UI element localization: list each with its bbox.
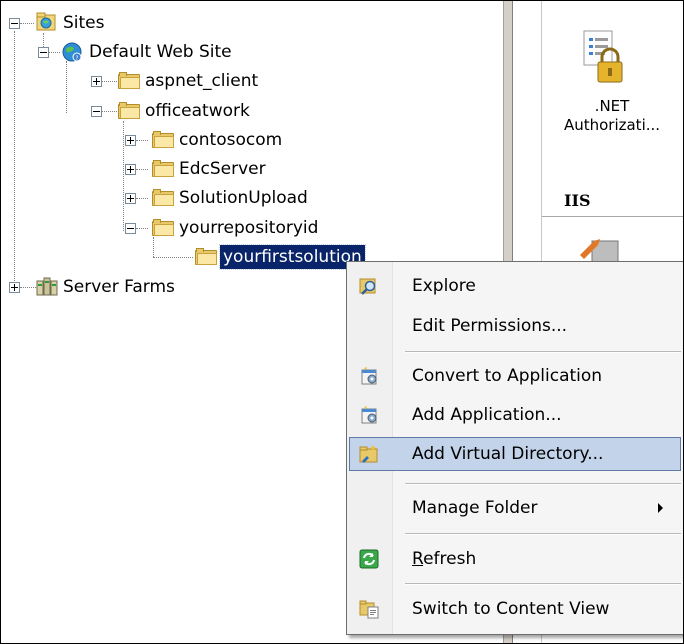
net-label-line: .NET (594, 97, 630, 115)
virtual-directory-icon (359, 444, 379, 464)
tree-node-label: Default Web Site (89, 42, 232, 62)
menu-item-add-application[interactable]: Add Application... (349, 398, 681, 432)
menu-item-label: Add Virtual Directory... (412, 444, 604, 464)
context-menu: Explore Edit Permissions... Convert to A… (346, 261, 683, 635)
menu-separator (405, 533, 681, 535)
tree-node-label: SolutionUpload (179, 188, 308, 208)
folder-icon (195, 248, 217, 265)
menu-item-label: Convert to Application (412, 366, 603, 386)
tree-connector (48, 52, 60, 53)
tree-node-label: Server Farms (63, 277, 175, 297)
folder-icon (152, 160, 174, 177)
net-label-line: Authorizati... (563, 116, 661, 134)
folder-icon (152, 189, 174, 206)
tree-node-label: yourrepositoryid (179, 218, 319, 238)
collapse-sites-toggle[interactable] (9, 18, 20, 29)
folder-icon (118, 72, 140, 89)
globe-icon: ? (61, 41, 83, 63)
tree-node-solutionupload[interactable]: SolutionUpload (176, 184, 311, 212)
tree-node-sites[interactable]: Sites (60, 9, 108, 37)
net-authorization-label[interactable]: .NET Authorizati... (542, 97, 682, 135)
tree-connector (136, 140, 148, 141)
folder-icon (152, 131, 174, 148)
tree-connector (20, 287, 36, 288)
refresh-icon (359, 549, 379, 569)
svg-text:?: ? (75, 55, 78, 62)
tree-connector (136, 228, 148, 229)
tree-node-label: contosocom (179, 130, 283, 150)
tree-connector (136, 169, 148, 170)
expand-contosocom-toggle[interactable] (125, 135, 136, 146)
tree-node-label: Sites (63, 13, 105, 33)
tree-connector (20, 23, 34, 24)
tree-connector (136, 198, 148, 199)
menu-separator (405, 351, 681, 353)
collapse-officeatwork-toggle[interactable] (91, 106, 102, 117)
iis-manager-window: Sites ? Default Web Site aspnet_client o… (0, 0, 684, 644)
tree-node-label: officeatwork (145, 101, 250, 121)
tree-node-label: EdcServer (179, 159, 266, 179)
tree-connector (123, 121, 124, 231)
folder-icon (118, 102, 140, 119)
menu-separator (405, 583, 681, 585)
menu-item-label: Manage Folder (412, 498, 538, 518)
iis-group-heading: IIS (564, 191, 591, 210)
tree-connector (153, 257, 193, 258)
application-icon (359, 405, 379, 425)
menu-item-manage-folder[interactable]: Manage Folder (349, 491, 681, 525)
menu-item-switch-to-content-view[interactable]: Switch to Content View (349, 592, 681, 626)
menu-item-label: Switch to Content View (412, 599, 610, 619)
expand-aspnet-client-toggle[interactable] (91, 76, 102, 87)
server-farm-icon (36, 276, 58, 296)
authorization-lock-icon[interactable] (582, 29, 624, 89)
tree-node-edcserver[interactable]: EdcServer (176, 155, 269, 183)
tree-node-label: yourfirstsolution (219, 244, 366, 270)
menu-separator (405, 483, 681, 485)
menu-item-convert-to-application[interactable]: Convert to Application (349, 359, 681, 393)
menu-item-label: Refresh (412, 549, 477, 569)
menu-item-edit-permissions[interactable]: Edit Permissions... (349, 309, 681, 343)
submenu-arrow-icon (658, 503, 663, 513)
menu-item-refresh[interactable]: Refresh (349, 542, 681, 576)
tree-node-default-web-site[interactable]: Default Web Site (86, 38, 235, 66)
collapse-yourrepositoryid-toggle[interactable] (125, 223, 136, 234)
tree-node-server-farms[interactable]: Server Farms (60, 273, 178, 301)
expand-edcserver-toggle[interactable] (125, 164, 136, 175)
tree-node-yourrepositoryid[interactable]: yourrepositoryid (176, 214, 321, 242)
tree-node-contosocom[interactable]: contosocom (176, 126, 285, 154)
tree-node-aspnet-client[interactable]: aspnet_client (142, 67, 261, 95)
sites-icon (36, 12, 56, 32)
menu-item-label: Explore (412, 276, 476, 296)
expand-solutionupload-toggle[interactable] (125, 193, 136, 204)
tree-connector (66, 61, 67, 113)
application-icon (359, 366, 379, 386)
tree-connector (14, 31, 15, 287)
content-view-icon (359, 599, 379, 619)
menu-item-label: Edit Permissions... (412, 316, 568, 336)
tree-node-officeatwork[interactable]: officeatwork (142, 97, 253, 125)
refresh-accelerator: R (412, 549, 424, 569)
iis-group-divider (542, 216, 683, 217)
menu-item-explore[interactable]: Explore (349, 269, 681, 303)
menu-item-label: Add Application... (412, 405, 562, 425)
iis-feature-icon[interactable] (576, 233, 620, 264)
expand-server-farms-toggle[interactable] (9, 282, 20, 293)
tree-node-label: aspnet_client (145, 71, 259, 91)
folder-icon (152, 219, 174, 236)
tree-connector (153, 237, 154, 257)
collapse-default-web-site-toggle[interactable] (38, 47, 49, 58)
explore-icon (359, 276, 379, 296)
menu-item-add-virtual-directory[interactable]: Add Virtual Directory... (349, 437, 681, 471)
tree-node-yourfirstsolution[interactable]: yourfirstsolution (219, 243, 366, 271)
